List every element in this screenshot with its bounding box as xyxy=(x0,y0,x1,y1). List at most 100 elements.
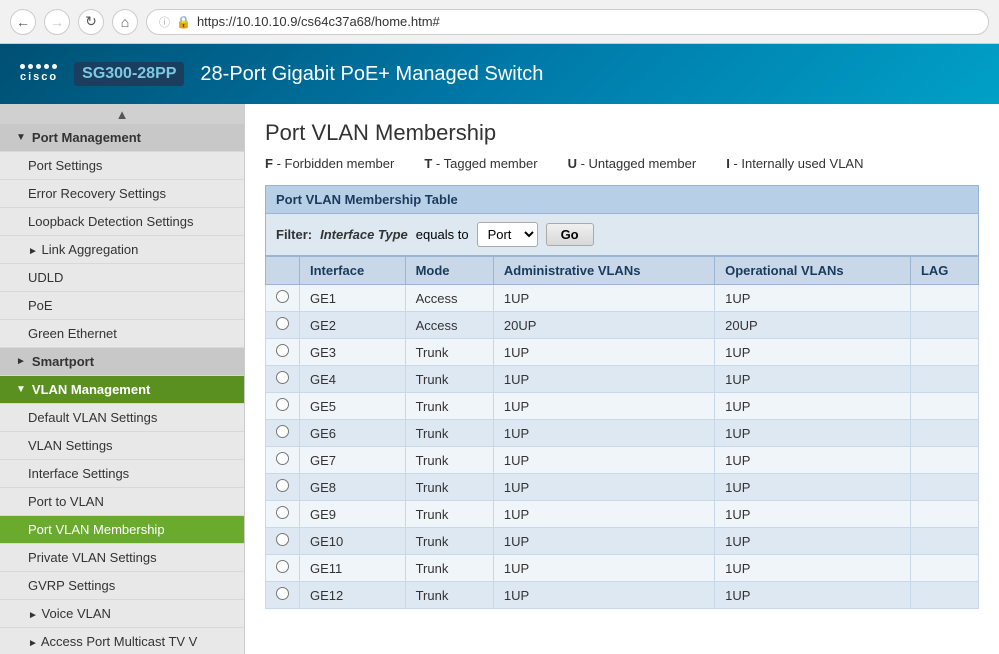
row-select-cell[interactable] xyxy=(266,420,300,447)
row-radio[interactable] xyxy=(276,398,289,411)
sidebar-item-vlan-settings[interactable]: VLAN Settings xyxy=(0,432,244,460)
row-mode: Trunk xyxy=(405,555,493,582)
sidebar-item-access-multicast[interactable]: ► Access Port Multicast TV V xyxy=(0,628,244,654)
legend-bar: F - Forbidden member T - Tagged member U… xyxy=(265,156,979,171)
filter-select[interactable]: Port LAG xyxy=(477,222,538,247)
chevron-right-icon: ► xyxy=(16,356,26,367)
sidebar-item-label: Error Recovery Settings xyxy=(28,186,166,201)
table-row[interactable]: GE3 Trunk 1UP 1UP xyxy=(266,339,979,366)
table-row[interactable]: GE10 Trunk 1UP 1UP xyxy=(266,528,979,555)
sidebar-item-loopback[interactable]: Loopback Detection Settings xyxy=(0,208,244,236)
sidebar-item-vlan-management[interactable]: ▼ VLAN Management xyxy=(0,376,244,404)
row-lag xyxy=(910,555,978,582)
sidebar-item-error-recovery[interactable]: Error Recovery Settings xyxy=(0,180,244,208)
row-radio[interactable] xyxy=(276,317,289,330)
forward-button[interactable]: → xyxy=(44,9,70,35)
row-mode: Trunk xyxy=(405,393,493,420)
sidebar-item-default-vlan[interactable]: Default VLAN Settings xyxy=(0,404,244,432)
row-select-cell[interactable] xyxy=(266,366,300,393)
row-operational-vlans: 1UP xyxy=(715,420,911,447)
row-radio[interactable] xyxy=(276,533,289,546)
row-select-cell[interactable] xyxy=(266,285,300,312)
row-mode: Access xyxy=(405,312,493,339)
refresh-button[interactable]: ↻ xyxy=(78,9,104,35)
row-admin-vlans: 1UP xyxy=(493,501,714,528)
table-row[interactable]: GE12 Trunk 1UP 1UP xyxy=(266,582,979,609)
sidebar-item-link-aggregation[interactable]: ► Link Aggregation xyxy=(0,236,244,264)
row-radio[interactable] xyxy=(276,560,289,573)
row-interface: GE2 xyxy=(300,312,406,339)
row-lag xyxy=(910,420,978,447)
filter-field-label: Interface Type xyxy=(320,227,408,242)
chevron-down-icon: ▼ xyxy=(16,132,26,143)
row-select-cell[interactable] xyxy=(266,501,300,528)
row-admin-vlans: 1UP xyxy=(493,582,714,609)
row-admin-vlans: 1UP xyxy=(493,285,714,312)
row-mode: Trunk xyxy=(405,474,493,501)
table-row[interactable]: GE1 Access 1UP 1UP xyxy=(266,285,979,312)
sidebar-item-private-vlan[interactable]: Private VLAN Settings xyxy=(0,544,244,572)
row-mode: Trunk xyxy=(405,420,493,447)
back-button[interactable]: ← xyxy=(10,9,36,35)
table-row[interactable]: GE4 Trunk 1UP 1UP xyxy=(266,366,979,393)
sidebar-scroll-up[interactable]: ▲ xyxy=(0,104,244,124)
row-radio[interactable] xyxy=(276,452,289,465)
sidebar-item-port-settings[interactable]: Port Settings xyxy=(0,152,244,180)
row-select-cell[interactable] xyxy=(266,339,300,366)
sidebar-item-voice-vlan[interactable]: ► Voice VLAN xyxy=(0,600,244,628)
row-admin-vlans: 1UP xyxy=(493,339,714,366)
row-admin-vlans: 1UP xyxy=(493,447,714,474)
go-button[interactable]: Go xyxy=(546,223,594,246)
home-button[interactable]: ⌂ xyxy=(112,9,138,35)
sidebar-item-port-to-vlan[interactable]: Port to VLAN xyxy=(0,488,244,516)
table-row[interactable]: GE7 Trunk 1UP 1UP xyxy=(266,447,979,474)
row-radio[interactable] xyxy=(276,587,289,600)
row-radio[interactable] xyxy=(276,344,289,357)
row-mode: Trunk xyxy=(405,582,493,609)
row-operational-vlans: 20UP xyxy=(715,312,911,339)
table-row[interactable]: GE11 Trunk 1UP 1UP xyxy=(266,555,979,582)
table-row[interactable]: GE8 Trunk 1UP 1UP xyxy=(266,474,979,501)
table-row[interactable]: GE2 Access 20UP 20UP xyxy=(266,312,979,339)
row-select-cell[interactable] xyxy=(266,312,300,339)
sidebar-item-poe[interactable]: PoE xyxy=(0,292,244,320)
sidebar-item-interface-settings[interactable]: Interface Settings xyxy=(0,460,244,488)
sidebar-item-udld[interactable]: UDLD xyxy=(0,264,244,292)
row-select-cell[interactable] xyxy=(266,447,300,474)
row-radio[interactable] xyxy=(276,506,289,519)
filter-row: Filter: Interface Type equals to Port LA… xyxy=(265,214,979,256)
row-lag xyxy=(910,339,978,366)
row-operational-vlans: 1UP xyxy=(715,582,911,609)
row-lag xyxy=(910,501,978,528)
row-select-cell[interactable] xyxy=(266,528,300,555)
row-mode: Trunk xyxy=(405,447,493,474)
row-select-cell[interactable] xyxy=(266,393,300,420)
row-operational-vlans: 1UP xyxy=(715,528,911,555)
row-select-cell[interactable] xyxy=(266,555,300,582)
sidebar-item-port-vlan-membership[interactable]: Port VLAN Membership xyxy=(0,516,244,544)
sidebar-item-label: Port VLAN Membership xyxy=(28,522,165,537)
row-operational-vlans: 1UP xyxy=(715,393,911,420)
row-radio[interactable] xyxy=(276,290,289,303)
sidebar-item-gvrp[interactable]: GVRP Settings xyxy=(0,572,244,600)
sidebar-item-green-ethernet[interactable]: Green Ethernet xyxy=(0,320,244,348)
sidebar-item-label: VLAN Management xyxy=(32,382,150,397)
row-radio[interactable] xyxy=(276,479,289,492)
row-select-cell[interactable] xyxy=(266,474,300,501)
table-row[interactable]: GE9 Trunk 1UP 1UP xyxy=(266,501,979,528)
sidebar-item-port-management[interactable]: ▼ Port Management xyxy=(0,124,244,152)
col-interface: Interface xyxy=(300,257,406,285)
row-mode: Trunk xyxy=(405,366,493,393)
address-bar[interactable]: ⓘ 🔒 https://10.10.10.9/cs64c37a68/home.h… xyxy=(146,9,989,35)
browser-chrome: ← → ↻ ⌂ ⓘ 🔒 https://10.10.10.9/cs64c37a6… xyxy=(0,0,999,44)
sidebar-item-smartport[interactable]: ► Smartport xyxy=(0,348,244,376)
row-radio[interactable] xyxy=(276,425,289,438)
table-row[interactable]: GE6 Trunk 1UP 1UP xyxy=(266,420,979,447)
filter-equals-label: equals to xyxy=(416,227,469,242)
sidebar-item-label: Green Ethernet xyxy=(28,326,117,341)
row-select-cell[interactable] xyxy=(266,582,300,609)
row-lag xyxy=(910,447,978,474)
row-radio[interactable] xyxy=(276,371,289,384)
sidebar-item-label: VLAN Settings xyxy=(28,438,113,453)
table-row[interactable]: GE5 Trunk 1UP 1UP xyxy=(266,393,979,420)
